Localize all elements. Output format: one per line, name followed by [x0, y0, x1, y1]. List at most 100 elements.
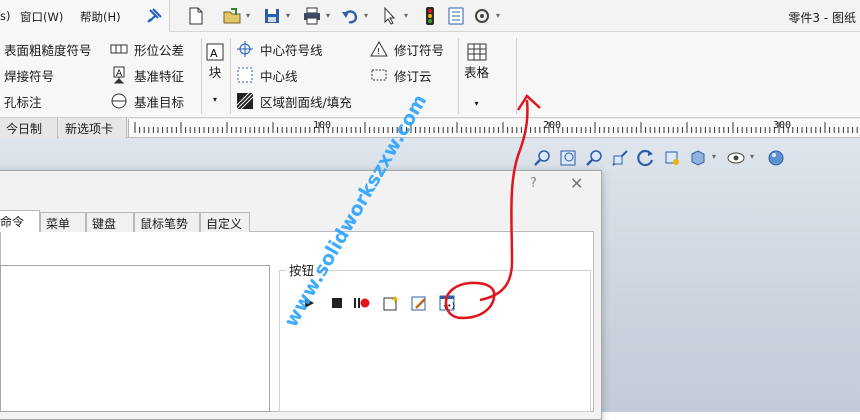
hole-callout-label: 孔标注: [4, 94, 42, 110]
dialog-help-button[interactable]: ?: [530, 176, 537, 191]
center-mark-icon: [237, 41, 253, 57]
datum-target-icon: [111, 93, 127, 109]
revision-symbol-button[interactable]: ! 修订符号: [370, 38, 444, 60]
tab-new-tab[interactable]: 新选项卡: [59, 118, 127, 138]
dialog-close-button[interactable]: ✕: [570, 174, 583, 193]
block-icon: A: [206, 43, 224, 61]
pin-icon[interactable]: [144, 6, 164, 26]
datum-target-button[interactable]: 基准目标: [110, 90, 184, 112]
section-view-icon[interactable]: [610, 148, 630, 168]
table-icon: [467, 43, 486, 61]
undo-dropdown-icon[interactable]: ▾: [364, 11, 368, 20]
geometric-tolerance-label: 形位公差: [134, 42, 185, 58]
revision-cloud-button[interactable]: 修订云: [370, 64, 432, 86]
svg-text:!: !: [377, 47, 380, 56]
menu-help[interactable]: 帮助(H): [80, 9, 121, 25]
surface-finish-label: 表面粗糙度符号: [4, 42, 92, 58]
sheet-ruler: 100 200 300: [128, 119, 860, 137]
hide-show-dropdown-icon[interactable]: ▾: [750, 152, 754, 161]
undo-icon[interactable]: [340, 6, 360, 26]
open-icon[interactable]: [222, 6, 242, 26]
appearance-icon[interactable]: [766, 148, 786, 168]
tab-customization[interactable]: 自定义: [200, 212, 250, 232]
new-macro-icon[interactable]: [382, 294, 400, 312]
menu-prev-item[interactable]: s): [0, 9, 10, 23]
select-icon[interactable]: [380, 6, 400, 26]
ruler-label-300: 300: [773, 120, 792, 131]
zoom-to-area-icon[interactable]: [558, 148, 578, 168]
buttons-group: [279, 270, 591, 412]
rotate-view-icon[interactable]: [636, 148, 656, 168]
revision-symbol-label: 修订符号: [394, 42, 445, 58]
tab-mouse-gestures[interactable]: 鼠标笔势: [134, 212, 200, 232]
block-label: 块: [208, 65, 222, 80]
area-hatch-button[interactable]: 区域剖面线/填充: [236, 90, 352, 112]
view-orientation-icon[interactable]: [662, 148, 682, 168]
category-list[interactable]: [0, 265, 270, 412]
stop-macro-icon[interactable]: [328, 294, 346, 312]
menu-window[interactable]: 窗口(W): [20, 9, 63, 25]
save-dropdown-icon[interactable]: ▾: [286, 11, 290, 20]
hide-show-items-icon[interactable]: [726, 148, 746, 168]
options-dropdown-icon[interactable]: ▾: [496, 11, 500, 20]
revision-cloud-label: 修订云: [394, 68, 432, 84]
svg-text:{•}: {•}: [443, 302, 456, 310]
area-hatch-label: 区域剖面线/填充: [260, 94, 352, 110]
ribbon-separator: [201, 38, 202, 114]
block-button[interactable]: A 块 ▾: [205, 42, 225, 104]
table-button[interactable]: 表格 ▾: [464, 42, 489, 108]
ruler-ticks: [134, 122, 858, 133]
print-icon[interactable]: [302, 6, 322, 26]
weld-symbol-label: 焊接符号: [4, 68, 55, 84]
svg-text:A: A: [210, 47, 218, 60]
revision-cloud-icon: [371, 69, 387, 81]
new-document-icon[interactable]: [186, 6, 206, 26]
custom-macro-icon[interactable]: {•}: [438, 294, 456, 312]
display-style-icon[interactable]: [688, 148, 708, 168]
block-dropdown-icon[interactable]: ▾: [213, 95, 217, 104]
display-style-dropdown-icon[interactable]: ▾: [712, 152, 716, 161]
print-dropdown-icon[interactable]: ▾: [326, 11, 330, 20]
datum-feature-button[interactable]: A 基准特征: [110, 64, 184, 86]
options-gear-icon[interactable]: [472, 6, 492, 26]
table-label: 表格: [464, 65, 490, 80]
table-dropdown-icon[interactable]: ▾: [475, 99, 479, 108]
ribbon-separator: [230, 38, 231, 114]
ribbon-separator: [516, 38, 517, 114]
tab-commands[interactable]: 命令: [0, 210, 40, 232]
pause-record-macro-icon[interactable]: [352, 294, 370, 312]
center-mark-label: 中心符号线: [260, 42, 323, 58]
annotation-ribbon: 表面粗糙度符号 焊接符号 孔标注 形位公差 A 基准特征 基准目标 A 块 ▾ …: [0, 32, 860, 118]
traffic-light-icon[interactable]: [420, 6, 440, 26]
datum-target-label: 基准目标: [134, 94, 185, 110]
ruler-label-100: 100: [313, 120, 332, 131]
centerline-icon: [237, 67, 253, 83]
surface-finish-button[interactable]: 表面粗糙度符号: [4, 38, 92, 60]
heads-up-toolbar: ▾ ▾: [528, 146, 828, 170]
ruler-label-200: 200: [543, 120, 562, 131]
datum-feature-label: 基准特征: [134, 68, 185, 84]
centerline-label: 中心线: [260, 68, 298, 84]
revision-symbol-icon: !: [370, 40, 388, 57]
tab-keyboard[interactable]: 键盘: [86, 212, 134, 232]
edit-macro-icon[interactable]: [410, 294, 428, 312]
weld-symbol-button[interactable]: 焊接符号: [4, 64, 54, 86]
datum-feature-icon: A: [113, 66, 125, 84]
previous-view-icon[interactable]: [584, 148, 604, 168]
center-mark-button[interactable]: 中心符号线: [236, 38, 323, 60]
tab-menus[interactable]: 菜单: [40, 212, 86, 232]
area-hatch-icon: [236, 92, 254, 110]
file-properties-icon[interactable]: [446, 6, 466, 26]
ribbon-separator: [458, 38, 459, 114]
menu-bar: s) 窗口(W) 帮助(H): [0, 0, 170, 32]
geometric-tolerance-icon: [110, 44, 128, 54]
tab-today-manufacturing[interactable]: 今日制造: [0, 118, 58, 153]
document-title: 零件3 - 图纸: [788, 11, 856, 25]
geometric-tolerance-button[interactable]: 形位公差: [110, 38, 184, 60]
select-dropdown-icon[interactable]: ▾: [404, 11, 408, 20]
centerline-button[interactable]: 中心线: [236, 64, 298, 86]
zoom-to-fit-icon[interactable]: [532, 148, 552, 168]
hole-callout-button[interactable]: 孔标注: [4, 90, 42, 112]
save-icon[interactable]: [262, 6, 282, 26]
open-dropdown-icon[interactable]: ▾: [246, 11, 250, 20]
